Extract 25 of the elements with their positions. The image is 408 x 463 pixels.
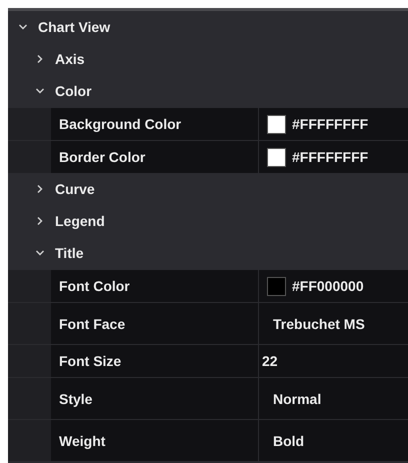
chevron-down-icon[interactable]	[35, 248, 45, 258]
property-name: Font Color	[59, 278, 130, 294]
property-name: Border Color	[59, 149, 146, 165]
chevron-right-icon[interactable]	[35, 216, 45, 226]
chevron-right-icon[interactable]	[35, 54, 45, 64]
category-label[interactable]: Color	[55, 83, 92, 99]
category-label[interactable]: Legend	[55, 213, 105, 229]
chevron-right-icon[interactable]	[35, 184, 45, 194]
property-name: Font Face	[59, 316, 126, 332]
category-label[interactable]: Chart View	[38, 19, 110, 35]
property-name: Weight	[59, 432, 106, 448]
chevron-down-icon[interactable]	[35, 86, 45, 96]
property-name: Background Color	[59, 116, 182, 132]
category-label[interactable]: Axis	[55, 51, 85, 67]
chevron-down-icon[interactable]	[18, 22, 28, 32]
color-swatch[interactable]	[267, 148, 286, 166]
color-swatch[interactable]	[267, 114, 286, 134]
dropdown-value[interactable]: Normal	[273, 390, 322, 406]
color-swatch[interactable]	[267, 276, 286, 296]
category-label[interactable]: Curve	[55, 181, 95, 197]
input-value[interactable]: 22	[262, 353, 278, 369]
property-name: Style	[59, 390, 92, 406]
dropdown-value[interactable]: Bold	[273, 432, 304, 448]
property-name: Font Size	[59, 353, 122, 369]
category-label[interactable]: Title	[55, 245, 84, 261]
